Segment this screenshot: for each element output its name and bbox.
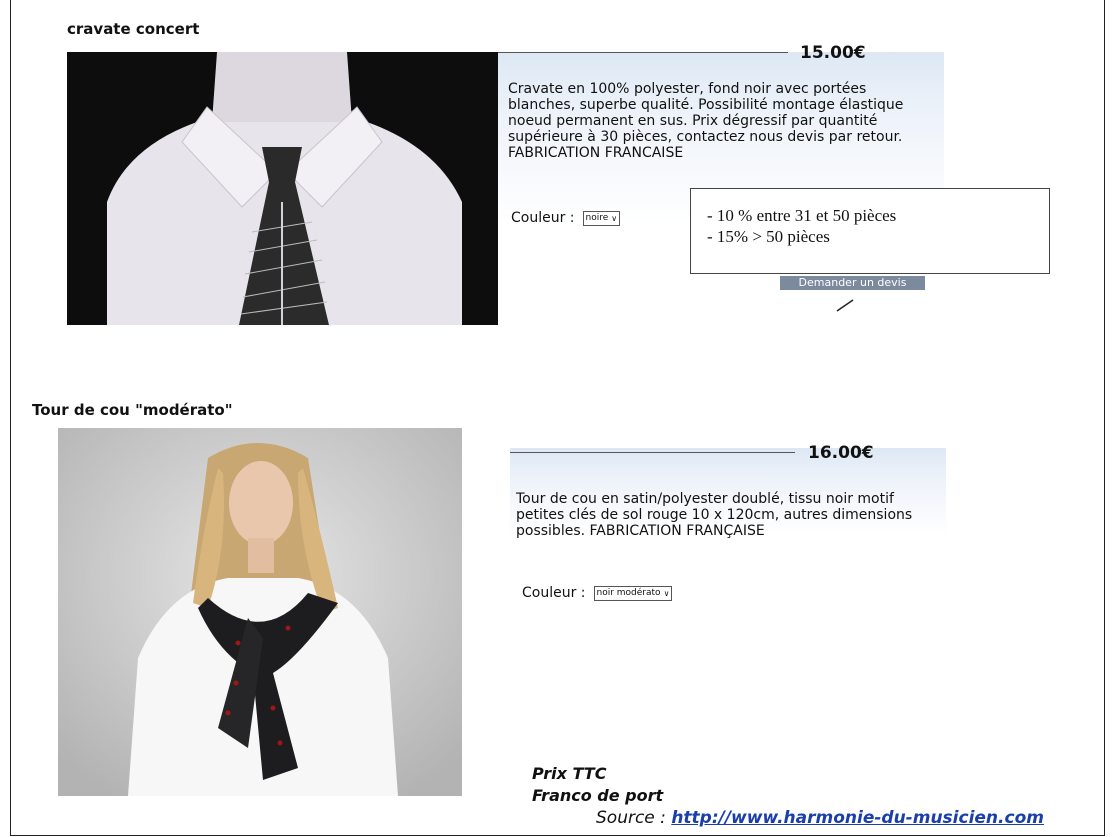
product1-title: cravate concert [67, 20, 200, 38]
product2-price-rule [510, 452, 795, 469]
product2-title: Tour de cou "modérato" [32, 401, 233, 419]
tie-product-image [67, 52, 498, 325]
product1-color-value: noire [585, 213, 609, 223]
chevron-down-icon: ∨ [611, 213, 618, 223]
scarf-product-image [58, 428, 462, 796]
product1-price: 15.00€ [800, 43, 866, 63]
product1-color-label: Couleur : [511, 210, 575, 226]
product1-price-rule [498, 52, 788, 69]
product1-color-row: Couleur : noire ∨ [511, 210, 621, 226]
source-label: Source : [596, 808, 666, 828]
source-link[interactable]: http://www.harmonie-du-musicien.com [671, 808, 1044, 828]
product2-color-select[interactable]: noir modérato ∨ [593, 585, 673, 601]
chevron-down-icon: ∨ [663, 588, 670, 598]
cursor-mark-icon [836, 299, 854, 312]
discount-line-2: - 15% > 50 pièces [707, 227, 830, 246]
product2-color-row: Couleur : noir modérato ∨ [522, 585, 673, 601]
product2-color-label: Couleur : [522, 585, 586, 601]
product1-color-select[interactable]: noire ∨ [582, 210, 621, 226]
prix-ttc-note: Prix TTC [532, 764, 607, 783]
product1-description: Cravate en 100% polyester, fond noir ave… [508, 81, 904, 161]
discount-line-1: - 10 % entre 31 et 50 pièces [707, 206, 897, 225]
shirt-with-tie-illustration [67, 52, 498, 325]
discount-note-box: - 10 % entre 31 et 50 pièces - 15% > 50 … [690, 188, 1050, 274]
product2-description: Tour de cou en satin/polyester doublé, t… [516, 491, 913, 539]
request-quote-button[interactable]: Demander un devis [780, 276, 925, 290]
product2-color-value: noir modérato [596, 588, 661, 598]
source-line: Source : http://www.harmonie-du-musicien… [596, 808, 1044, 828]
product2-price: 16.00€ [808, 443, 874, 463]
woman-with-scarf-illustration [58, 428, 462, 796]
franco-de-port-note: Franco de port [532, 786, 664, 805]
